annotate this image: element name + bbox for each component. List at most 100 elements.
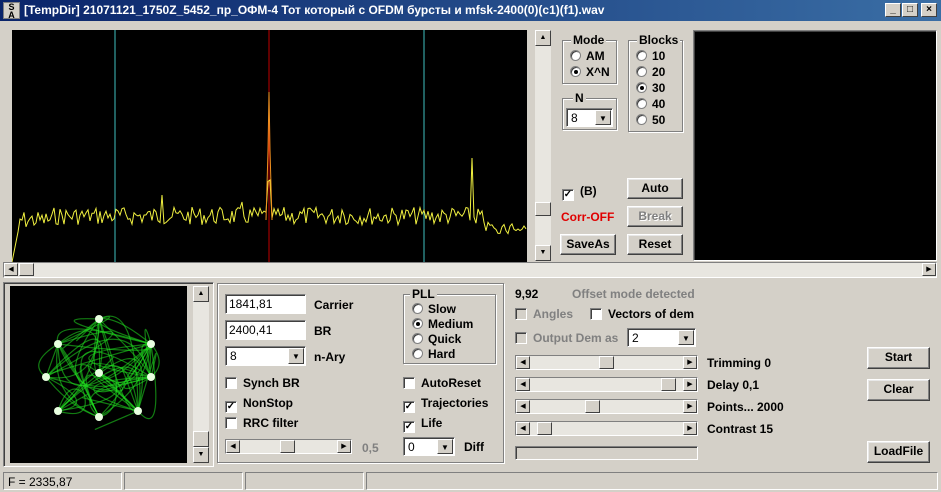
radio-icon: [412, 348, 423, 359]
scroll-thumb[interactable]: [535, 202, 551, 216]
constellation-vscroll[interactable]: ▲ ▼: [193, 286, 209, 463]
rrc-filter-label: RRC filter: [243, 416, 299, 430]
b-checkbox[interactable]: ✓ (B): [562, 184, 597, 201]
scroll-left-arrow-icon[interactable]: ◀: [4, 263, 18, 276]
autoreset-checkbox[interactable]: AutoReset: [403, 376, 481, 390]
br-input[interactable]: 2400,41: [225, 320, 306, 340]
break-button[interactable]: Break: [627, 206, 683, 227]
reset-button[interactable]: Reset: [627, 234, 683, 255]
radio-selected-icon: [570, 66, 581, 77]
nonstop-checkbox[interactable]: ✓ NonStop: [225, 396, 293, 413]
mode-group-label: Mode: [571, 33, 607, 47]
scroll-left-arrow-icon[interactable]: ◀: [516, 400, 530, 413]
trimming-slider[interactable]: ◀ ▶: [515, 355, 698, 370]
life-checkbox[interactable]: ✓ Life: [403, 416, 442, 433]
scroll-left-arrow-icon[interactable]: ◀: [226, 440, 240, 453]
blocks-option-label: 20: [652, 65, 666, 79]
delay-slider[interactable]: ◀ ▶: [515, 377, 698, 392]
points-slider-thumb[interactable]: [585, 400, 601, 413]
checkbox-checked-icon: ✓: [562, 189, 574, 201]
blocks-option-40[interactable]: 40: [636, 97, 665, 111]
mode-option-label: X^N: [586, 65, 610, 79]
pll-option-slow[interactable]: Slow: [412, 302, 456, 316]
saveas-button[interactable]: SaveAs: [560, 234, 616, 255]
scroll-right-arrow-icon[interactable]: ▶: [683, 400, 697, 413]
pll-option-medium[interactable]: Medium: [412, 317, 473, 331]
mode-group: Mode AM X^N: [562, 33, 617, 84]
blocks-option-50[interactable]: 50: [636, 113, 665, 127]
clear-button[interactable]: Clear: [867, 379, 930, 401]
app-icon[interactable]: SA: [3, 2, 20, 20]
spectrum-hscroll[interactable]: ◀ ▶: [3, 262, 937, 278]
scroll-left-arrow-icon[interactable]: ◀: [516, 378, 530, 391]
filter-slider-thumb[interactable]: [280, 440, 295, 453]
spectrum-display[interactable]: [11, 30, 527, 263]
radio-icon: [570, 50, 581, 61]
contrast-slider[interactable]: ◀ ▶: [515, 421, 698, 436]
auto-button[interactable]: Auto: [627, 178, 683, 199]
mode-option-am[interactable]: AM: [570, 49, 605, 63]
synch-br-checkbox[interactable]: Synch BR: [225, 376, 300, 390]
scroll-right-arrow-icon[interactable]: ▶: [683, 422, 697, 435]
br-label: BR: [314, 324, 332, 338]
constellation-point: [54, 340, 62, 348]
scroll-down-arrow-icon[interactable]: ▼: [193, 447, 209, 463]
checkbox-icon: [515, 332, 527, 344]
start-button[interactable]: Start: [867, 347, 930, 369]
scroll-up-arrow-icon[interactable]: ▲: [193, 286, 209, 302]
delay-slider-thumb[interactable]: [661, 378, 677, 391]
blocks-option-10[interactable]: 10: [636, 49, 665, 63]
trajectories-label: Trajectories: [421, 396, 489, 410]
chevron-down-icon[interactable]: ▼: [678, 330, 694, 345]
maximize-button[interactable]: □: [902, 3, 918, 17]
nary-select[interactable]: 8 ▼: [225, 346, 306, 366]
checkbox-checked-icon: ✓: [403, 421, 415, 433]
contrast-slider-thumb[interactable]: [536, 422, 552, 435]
scroll-right-arrow-icon[interactable]: ▶: [683, 378, 697, 391]
scroll-up-arrow-icon[interactable]: ▲: [535, 30, 551, 46]
scroll-right-arrow-icon[interactable]: ▶: [683, 356, 697, 369]
hscroll-thumb[interactable]: [19, 263, 34, 276]
vectors-of-dem-checkbox[interactable]: Vectors of dem: [590, 307, 694, 321]
minimize-button[interactable]: _: [885, 3, 901, 17]
waterfall-display[interactable]: [693, 30, 937, 261]
loadfile-button[interactable]: LoadFile: [867, 441, 930, 463]
scroll-left-arrow-icon[interactable]: ◀: [516, 356, 530, 369]
scroll-right-arrow-icon[interactable]: ▶: [922, 263, 936, 276]
trimming-slider-thumb[interactable]: [599, 356, 614, 369]
blocks-option-30[interactable]: 30: [636, 81, 665, 95]
diff-select[interactable]: 0 ▼: [403, 437, 455, 456]
angles-checkbox[interactable]: Angles: [515, 307, 573, 321]
constellation-display[interactable]: [10, 286, 187, 463]
scroll-thumb[interactable]: [193, 431, 209, 447]
blocks-option-20[interactable]: 20: [636, 65, 665, 79]
b-checkbox-label: (B): [580, 184, 597, 198]
status-cell-2: [124, 472, 243, 490]
nary-label: n-Ary: [314, 350, 346, 364]
blocks-option-label: 50: [652, 113, 666, 127]
carrier-input[interactable]: 1841,81: [225, 294, 306, 314]
pll-option-quick[interactable]: Quick: [412, 332, 461, 346]
trajectories-checkbox[interactable]: ✓ Trajectories: [403, 396, 488, 413]
output-dem-select[interactable]: 2 ▼: [627, 328, 696, 347]
chevron-down-icon[interactable]: ▼: [595, 110, 611, 125]
close-button[interactable]: ×: [921, 3, 937, 17]
rrc-filter-checkbox[interactable]: RRC filter: [225, 416, 298, 430]
output-dem-as-checkbox[interactable]: Output Dem as: [515, 331, 618, 345]
chevron-down-icon[interactable]: ▼: [437, 439, 453, 454]
n-select[interactable]: 8 ▼: [566, 108, 613, 127]
chevron-down-icon[interactable]: ▼: [288, 348, 304, 364]
n-group-label: N: [573, 91, 586, 105]
constellation-point: [95, 369, 103, 377]
scroll-right-arrow-icon[interactable]: ▶: [337, 440, 351, 453]
pll-option-hard[interactable]: Hard: [412, 347, 455, 361]
constellation-point: [42, 373, 50, 381]
mode-option-xn[interactable]: X^N: [570, 65, 610, 79]
n-select-value: 8: [571, 111, 578, 125]
points-slider[interactable]: ◀ ▶: [515, 399, 698, 414]
filter-slider[interactable]: ◀ ▶: [225, 439, 352, 454]
spectrum-vscroll[interactable]: ▲ ▼: [535, 30, 551, 261]
scroll-down-arrow-icon[interactable]: ▼: [535, 245, 551, 261]
scroll-left-arrow-icon[interactable]: ◀: [516, 422, 530, 435]
synch-br-label: Synch BR: [243, 376, 300, 390]
